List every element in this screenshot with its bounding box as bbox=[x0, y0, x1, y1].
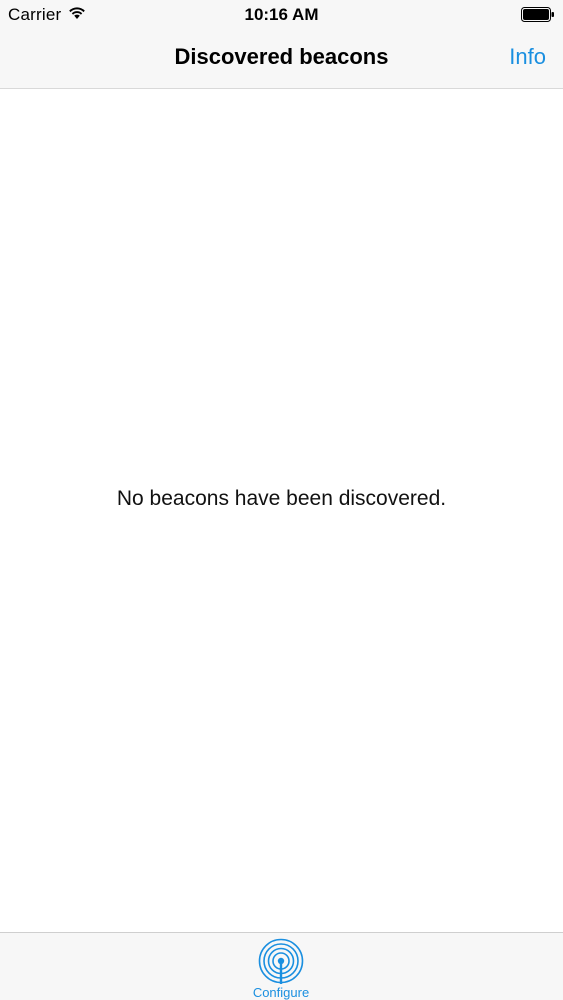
navigation-bar: Discovered beacons Info bbox=[0, 30, 563, 88]
app-screen: Carrier 10:16 AM Discovered beacons Info… bbox=[0, 0, 563, 1000]
beacon-signal-icon bbox=[258, 938, 304, 984]
empty-state-message: No beacons have been discovered. bbox=[116, 487, 447, 510]
status-bar: Carrier 10:16 AM bbox=[0, 0, 563, 30]
info-button[interactable]: Info bbox=[509, 44, 546, 70]
battery-icon bbox=[521, 7, 554, 22]
top-chrome: Carrier 10:16 AM Discovered beacons Info bbox=[0, 0, 563, 89]
tab-configure-label: Configure bbox=[252, 985, 310, 1000]
beacon-list-area: No beacons have been discovered. bbox=[0, 89, 563, 932]
status-time: 10:16 AM bbox=[244, 5, 319, 24]
page-title: Discovered beacons bbox=[174, 44, 389, 69]
tab-bar: Configure bbox=[0, 932, 563, 1000]
tab-configure[interactable]: Configure bbox=[231, 935, 331, 1000]
